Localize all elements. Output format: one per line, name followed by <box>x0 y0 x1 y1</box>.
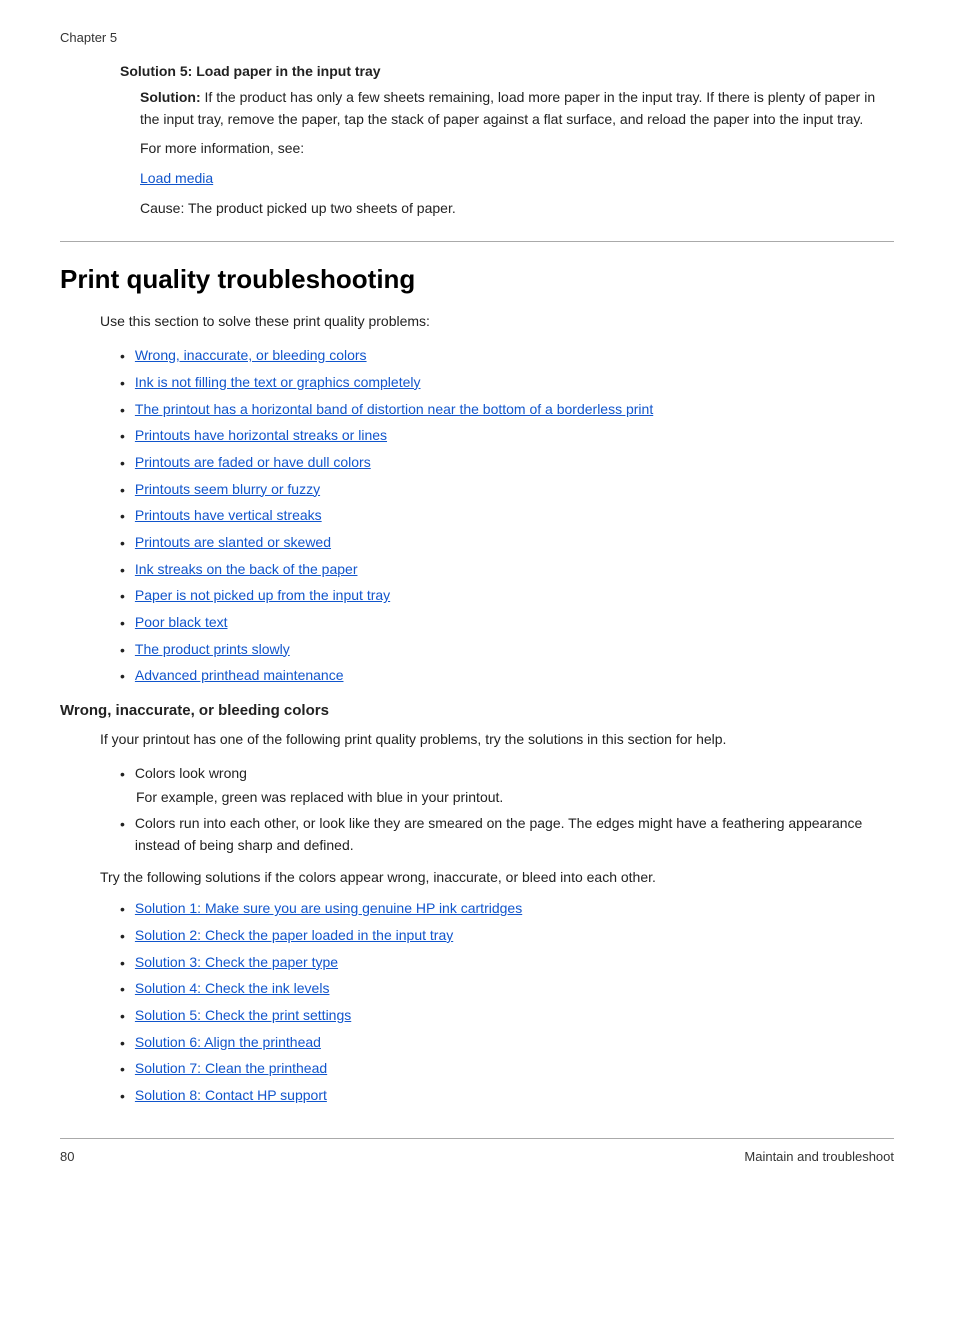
list-item: • Solution 1: Make sure you are using gen… <box>120 898 894 921</box>
print-quality-link[interactable]: Ink streaks on the back of the paper <box>135 559 358 581</box>
print-quality-link[interactable]: Wrong, inaccurate, or bleeding colors <box>135 345 367 367</box>
print-quality-link[interactable]: Ink is not filling the text or graphics … <box>135 372 421 394</box>
cause-text: The product picked up two sheets of pape… <box>184 200 455 216</box>
bullet-icon: • <box>120 346 125 368</box>
load-media-link[interactable]: Load media <box>140 170 213 186</box>
footer-section-label: Maintain and troubleshoot <box>744 1149 894 1164</box>
bullet-icon: • <box>120 373 125 395</box>
bullet-icon: • <box>120 453 125 475</box>
bullet-sub-text: For example, green was replaced with blu… <box>136 787 503 809</box>
list-item: • Ink streaks on the back of the paper <box>120 559 894 582</box>
bullet-icon: • <box>120 953 125 975</box>
list-item: • Ink is not filling the text or graphics… <box>120 372 894 395</box>
bullet-icon: • <box>120 1006 125 1028</box>
solution-link[interactable]: Solution 2: Check the paper loaded in th… <box>135 925 453 947</box>
list-item: • Colors run into each other, or look lik… <box>120 813 894 856</box>
wrong-colors-intro: If your printout has one of the followin… <box>100 729 894 751</box>
bullet-icon: • <box>120 560 125 582</box>
section-intro: Use this section to solve these print qu… <box>100 311 894 333</box>
solution-link[interactable]: Solution 1: Make sure you are using genu… <box>135 898 522 920</box>
bullet-icon: • <box>120 979 125 1001</box>
print-quality-link[interactable]: The printout has a horizontal band of di… <box>135 399 653 421</box>
solution-link[interactable]: Solution 3: Check the paper type <box>135 952 338 974</box>
bullet-icon: • <box>120 1033 125 1055</box>
list-item: • Printouts are faded or have dull colors <box>120 452 894 475</box>
bullet-icon: • <box>120 640 125 662</box>
print-quality-link[interactable]: Printouts are slanted or skewed <box>135 532 331 554</box>
list-item: • Printouts have horizontal streaks or li… <box>120 425 894 448</box>
chapter-label: Chapter 5 <box>60 30 894 45</box>
list-item: • Advanced printhead maintenance <box>120 665 894 688</box>
bullet-main-text: Colors look wrong <box>135 763 247 785</box>
try-solutions-text: Try the following solutions if the color… <box>100 867 894 889</box>
list-item: • The printout has a horizontal band of d… <box>120 399 894 422</box>
bullet-icon: • <box>120 666 125 688</box>
solution5-header: Solution 5: Load paper in the input tray <box>120 63 894 79</box>
list-item: • Printouts have vertical streaks <box>120 505 894 528</box>
print-quality-section: Print quality troubleshooting Use this s… <box>60 264 894 688</box>
wrong-colors-header: Wrong, inaccurate, or bleeding colors <box>60 702 894 719</box>
solution5-text: If the product has only a few sheets rem… <box>140 89 875 127</box>
print-quality-link[interactable]: Printouts have horizontal streaks or lin… <box>135 425 387 447</box>
list-item: • Wrong, inaccurate, or bleeding colors <box>120 345 894 368</box>
list-item: • Solution 6: Align the printhead <box>120 1032 894 1055</box>
load-media-link-container: Load media <box>140 168 894 190</box>
for-more-info: For more information, see: <box>140 138 894 160</box>
print-quality-link[interactable]: Printouts seem blurry or fuzzy <box>135 479 320 501</box>
wrong-colors-solutions-list: • Solution 1: Make sure you are using gen… <box>120 898 894 1108</box>
list-item: • Solution 3: Check the paper type <box>120 952 894 975</box>
wrong-colors-bullets: • Colors look wrongFor example, green was… <box>120 763 894 857</box>
list-item: • Colors look wrongFor example, green was… <box>120 763 894 809</box>
print-quality-link[interactable]: Paper is not picked up from the input tr… <box>135 585 390 607</box>
solution-link[interactable]: Solution 4: Check the ink levels <box>135 978 330 1000</box>
bullet-icon: • <box>120 1086 125 1108</box>
solution-bold-label: Solution: <box>140 89 201 105</box>
bullet-icon: • <box>120 533 125 555</box>
list-item: • Printouts are slanted or skewed <box>120 532 894 555</box>
list-item: • Solution 7: Clean the printhead <box>120 1058 894 1081</box>
cause-line: Cause: The product picked up two sheets … <box>140 198 894 220</box>
solution5-body: Solution: If the product has only a few … <box>140 87 894 130</box>
print-quality-link[interactable]: The product prints slowly <box>135 639 290 661</box>
list-item: • Poor black text <box>120 612 894 635</box>
solution-link[interactable]: Solution 7: Clean the printhead <box>135 1058 327 1080</box>
print-quality-link[interactable]: Printouts have vertical streaks <box>135 505 322 527</box>
wrong-colors-section: Wrong, inaccurate, or bleeding colors If… <box>60 702 894 1108</box>
solution-link[interactable]: Solution 8: Contact HP support <box>135 1085 327 1107</box>
bullet-icon: • <box>120 586 125 608</box>
list-item: • Solution 4: Check the ink levels <box>120 978 894 1001</box>
section-title: Print quality troubleshooting <box>60 264 894 295</box>
list-item: • Solution 5: Check the print settings <box>120 1005 894 1028</box>
bullet-icon: • <box>120 613 125 635</box>
footer-page-number: 80 <box>60 1149 74 1164</box>
solution-link[interactable]: Solution 6: Align the printhead <box>135 1032 321 1054</box>
footer: 80 Maintain and troubleshoot <box>60 1138 894 1164</box>
bullet-icon: • <box>120 506 125 528</box>
list-item: • The product prints slowly <box>120 639 894 662</box>
solution-link[interactable]: Solution 5: Check the print settings <box>135 1005 351 1027</box>
print-quality-link[interactable]: Poor black text <box>135 612 228 634</box>
bullet-icon: • <box>120 814 125 836</box>
bullet-icon: • <box>120 480 125 502</box>
list-item: • Printouts seem blurry or fuzzy <box>120 479 894 502</box>
bullet-icon: • <box>120 899 125 921</box>
print-quality-link[interactable]: Advanced printhead maintenance <box>135 665 344 687</box>
list-item: • Solution 8: Contact HP support <box>120 1085 894 1108</box>
page-container: Chapter 5 Solution 5: Load paper in the … <box>0 0 954 1204</box>
list-item: • Paper is not picked up from the input t… <box>120 585 894 608</box>
for-more-info-text: For more information, see: <box>140 140 304 156</box>
bullet-icon: • <box>120 764 125 786</box>
list-item: • Solution 2: Check the paper loaded in t… <box>120 925 894 948</box>
top-section: Solution 5: Load paper in the input tray… <box>60 63 894 219</box>
section-divider <box>60 241 894 242</box>
print-quality-link[interactable]: Printouts are faded or have dull colors <box>135 452 371 474</box>
print-quality-links-list: • Wrong, inaccurate, or bleeding colors • I… <box>120 345 894 688</box>
cause-bold-label: Cause: <box>140 200 184 216</box>
bullet-icon: • <box>120 926 125 948</box>
bullet-icon: • <box>120 400 125 422</box>
bullet-main-text: Colors run into each other, or look like… <box>135 813 894 856</box>
bullet-icon: • <box>120 426 125 448</box>
bullet-icon: • <box>120 1059 125 1081</box>
